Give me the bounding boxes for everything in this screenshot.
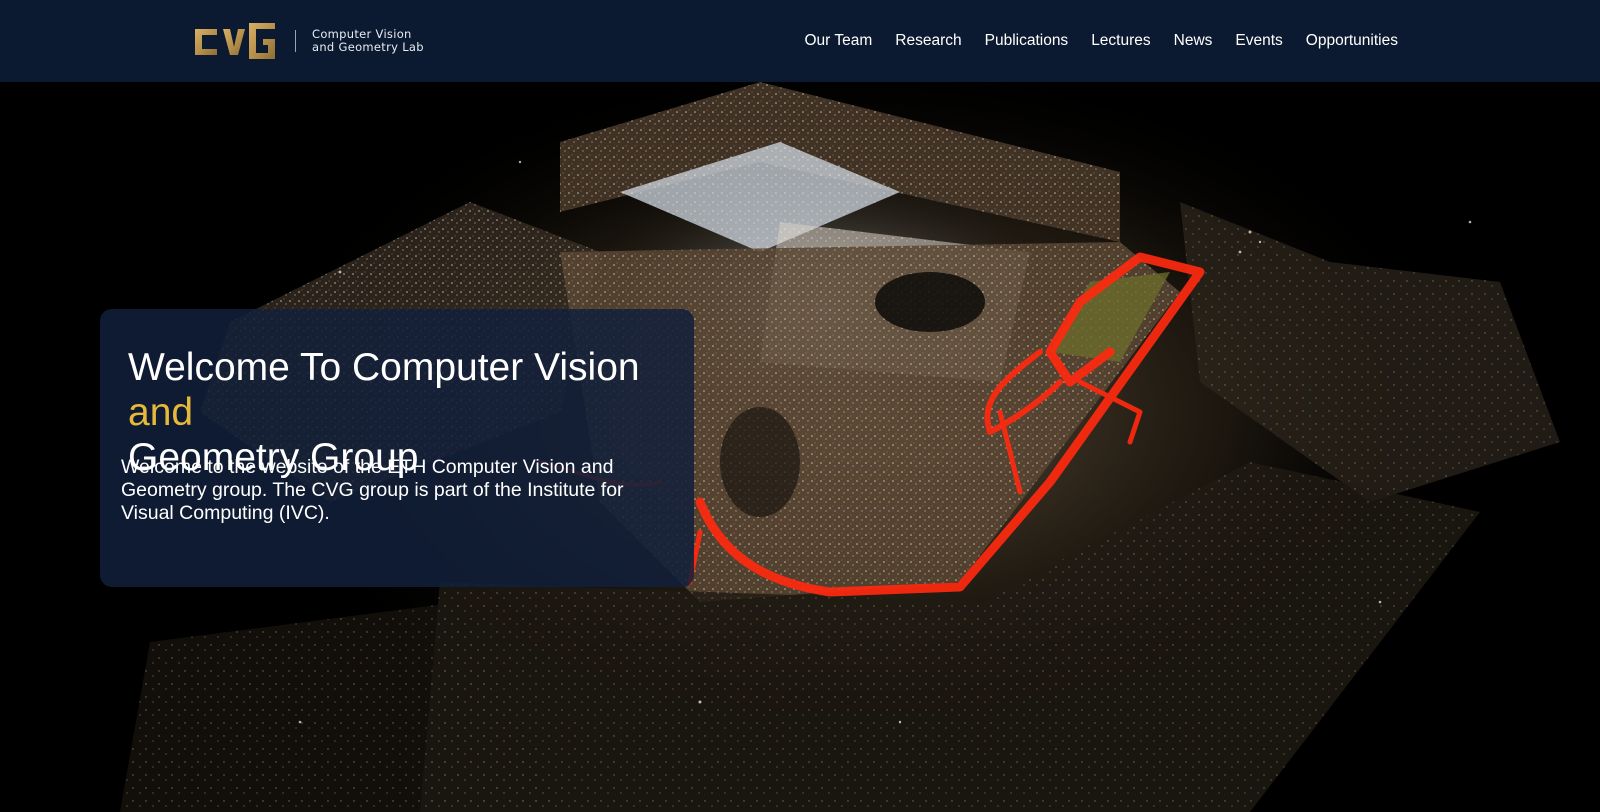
nav-news[interactable]: News xyxy=(1174,32,1213,50)
top-navbar: Computer Vision and Geometry Lab Our Tea… xyxy=(0,0,1600,82)
nav-opportunities[interactable]: Opportunities xyxy=(1306,32,1398,50)
nav-our-team[interactable]: Our Team xyxy=(804,32,872,50)
hero-section: Welcome To Computer Vision and Geometry G… xyxy=(0,82,1600,812)
nav-lectures[interactable]: Lectures xyxy=(1091,32,1150,50)
main-navigation: Our Team Research Publications Lectures … xyxy=(781,0,1398,82)
nav-publications[interactable]: Publications xyxy=(985,32,1069,50)
welcome-title-accent: and xyxy=(128,391,194,434)
welcome-description: Welcome to the website of the ETH Comput… xyxy=(121,456,624,524)
welcome-card: Welcome To Computer Vision and Geometry G… xyxy=(100,309,694,587)
nav-research[interactable]: Research xyxy=(895,32,961,50)
logo-text: Computer Vision and Geometry Lab xyxy=(312,28,424,54)
welcome-title-part1: Welcome To Computer Vision xyxy=(128,346,640,389)
logo-divider xyxy=(295,30,296,52)
cvg-logo-mark xyxy=(193,21,277,61)
site-logo[interactable]: Computer Vision and Geometry Lab xyxy=(193,20,424,62)
logo-line-2: and Geometry Lab xyxy=(312,40,424,54)
nav-events[interactable]: Events xyxy=(1235,32,1282,50)
